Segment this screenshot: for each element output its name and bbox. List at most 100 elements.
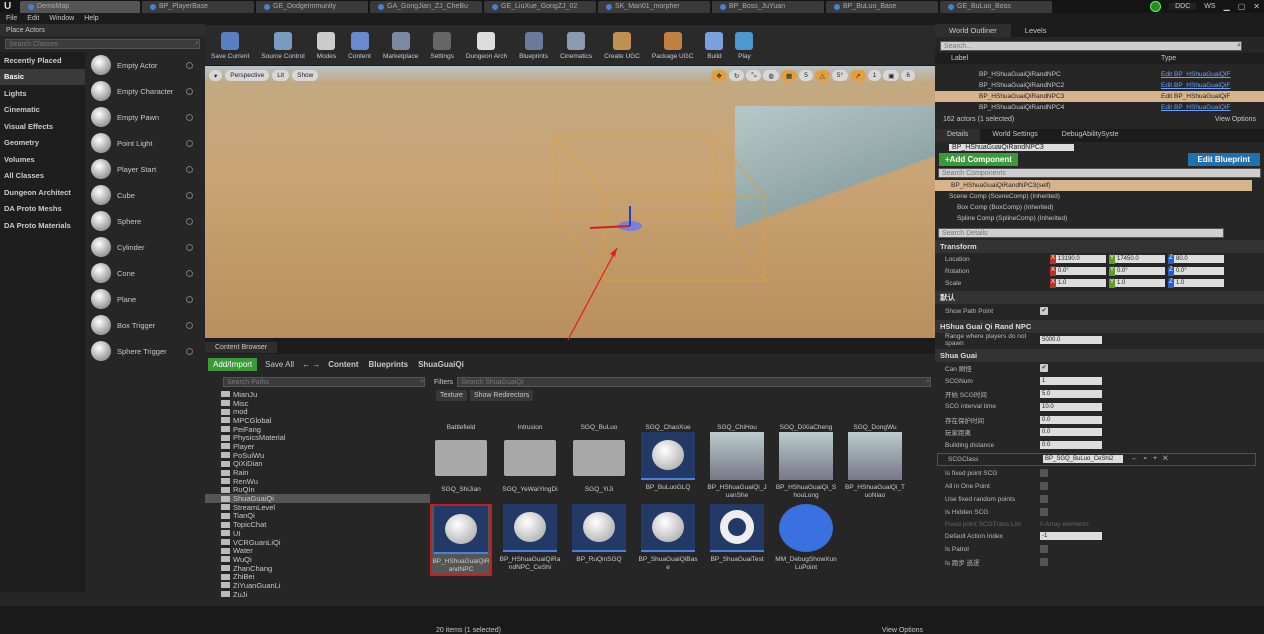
editor-tab[interactable]: GE_BuLuo_Boss: [940, 0, 1052, 13]
filter-show-redirectors[interactable]: Show Redirectors: [469, 390, 534, 401]
asset-tile[interactable]: BP_ShuaGuaiTest: [706, 504, 768, 564]
toolbar-play[interactable]: Play: [729, 32, 759, 60]
asset-tile[interactable]: SGQ_ShiJian: [430, 432, 492, 494]
folder-item[interactable]: RenWu: [205, 477, 430, 486]
value[interactable]: 1.0: [1056, 279, 1106, 287]
folder-item[interactable]: TianQi: [205, 511, 430, 520]
default-action-input[interactable]: -1: [1040, 532, 1102, 541]
property-input[interactable]: 0.0: [1040, 441, 1102, 450]
value[interactable]: 0.0°: [1115, 267, 1165, 275]
value[interactable]: 1.0: [1174, 279, 1224, 287]
actor-item[interactable]: Cone: [85, 260, 205, 286]
folder-item[interactable]: ZhiBei: [205, 572, 430, 581]
category-item[interactable]: Geometry: [0, 135, 85, 152]
folder-item[interactable]: Player: [205, 442, 430, 451]
component-item[interactable]: BP_HShuaGuaiQiRandNPC3(self): [935, 180, 1252, 191]
folder-item[interactable]: PhysicsMaterial: [205, 433, 430, 442]
property-checkbox[interactable]: [1040, 482, 1048, 491]
editor-tab[interactable]: GE_DodgeImmunity: [256, 0, 368, 13]
view-options-button[interactable]: View Options: [882, 627, 923, 634]
toolbar-source-control[interactable]: Source Control: [255, 32, 310, 60]
toolbar-marketplace[interactable]: Marketplace: [377, 32, 424, 60]
component-item[interactable]: Spline Comp (SplineComp) (Inherited): [935, 213, 1264, 224]
info-icon[interactable]: [186, 243, 193, 251]
folder-item[interactable]: Water: [205, 546, 430, 555]
folder-item[interactable]: TopicChat: [205, 520, 430, 529]
back-forward-icon[interactable]: ← →: [302, 360, 320, 369]
breadcrumb-item[interactable]: ShuaGuaiQi: [418, 360, 464, 369]
info-icon[interactable]: [186, 295, 193, 303]
folder-item[interactable]: Misc: [205, 399, 430, 408]
menu-window[interactable]: Window: [49, 15, 74, 22]
toolbar-content[interactable]: Content: [342, 32, 377, 60]
editor-tab[interactable]: DemoMap: [20, 0, 140, 13]
category-item[interactable]: All Classes: [0, 168, 85, 185]
breadcrumb-item[interactable]: Content: [328, 360, 358, 369]
toolbar-blueprints[interactable]: Blueprints: [513, 32, 554, 60]
property-checkbox[interactable]: [1040, 495, 1048, 504]
search-assets-input[interactable]: Search ShuaGuaiQi ⌕: [457, 377, 931, 387]
info-icon[interactable]: [186, 269, 193, 277]
outliner-row[interactable]: BP_HShuaGuaiQiRandNPC2 Edit BP_HShuaGuaiQ…: [935, 80, 1264, 91]
location-x[interactable]: X 13190.0: [1050, 254, 1106, 264]
category-item[interactable]: DA Proto Materials: [0, 217, 85, 234]
editor-tab[interactable]: BP_BuLuo_Base: [826, 0, 938, 13]
info-icon[interactable]: [186, 347, 193, 355]
col-type[interactable]: Type: [1161, 55, 1176, 62]
search-paths-input[interactable]: Search Paths ⌕: [223, 377, 425, 387]
folder-item[interactable]: VCRGuanLiQi: [205, 538, 430, 547]
tab-levels[interactable]: Levels: [1011, 24, 1061, 37]
view-options-button[interactable]: View Options: [1215, 116, 1256, 124]
asset-tile[interactable]: BP_HShuaGuaiQiRandNPC_CeShi: [499, 504, 561, 572]
asset-tile[interactable]: BP_ShuaGuaiQiBase: [637, 504, 699, 572]
asset-tile[interactable]: SGQ_ChiHou: [706, 412, 768, 432]
value[interactable]: 13190.0: [1056, 255, 1106, 263]
value[interactable]: 80.0: [1174, 255, 1224, 263]
value[interactable]: 0.0°: [1056, 267, 1106, 275]
asset-tile[interactable]: SGQ_BuLuo: [568, 412, 630, 432]
info-icon[interactable]: [186, 61, 193, 69]
rotation-x[interactable]: X 0.0°: [1050, 266, 1106, 276]
scale-y[interactable]: Y 1.0: [1109, 278, 1165, 288]
edit-blueprint-button[interactable]: Edit Blueprint: [1187, 153, 1260, 166]
place-actors-tab[interactable]: Place Actors: [0, 24, 205, 36]
col-label[interactable]: Label: [935, 55, 1161, 62]
menu-help[interactable]: Help: [84, 15, 98, 22]
asset-tile[interactable]: SGQ_DongWu: [844, 412, 906, 432]
scale-z[interactable]: Z 1.0: [1168, 278, 1224, 288]
folder-item[interactable]: ZiYuanGuanLi: [205, 581, 430, 590]
actor-item[interactable]: Empty Pawn: [85, 104, 205, 130]
folder-item[interactable]: MPCGlobal: [205, 416, 430, 425]
category-item[interactable]: DA Proto Meshs: [0, 201, 85, 218]
tab-world-settings[interactable]: World Settings: [980, 129, 1049, 142]
value[interactable]: 1.0: [1115, 279, 1165, 287]
folder-item[interactable]: ZhanChang: [205, 564, 430, 573]
editor-tab[interactable]: SK_Man01_morpher: [598, 0, 710, 13]
toolbar-save-current[interactable]: Save Current: [205, 32, 255, 60]
property-input[interactable]: 10.0: [1040, 402, 1102, 411]
actor-type-link[interactable]: Edit BP_HShuaGuaiQiF: [1161, 82, 1230, 89]
add-component-button[interactable]: +Add Component: [939, 153, 1018, 166]
actor-type-link[interactable]: Edit BP_HShuaGuaiQiF: [1161, 104, 1230, 111]
tab-debug-ability[interactable]: DebugAbilitySyste: [1050, 129, 1131, 142]
folder-item[interactable]: UI: [205, 529, 430, 538]
asset-tile[interactable]: SGQ_YiJi: [568, 432, 630, 494]
folder-item[interactable]: Rain: [205, 468, 430, 477]
actor-item[interactable]: Plane: [85, 286, 205, 312]
value[interactable]: 0.0°: [1174, 267, 1224, 275]
rotation-y[interactable]: Y 0.0°: [1109, 266, 1165, 276]
actor-item[interactable]: Sphere Trigger: [85, 338, 205, 364]
actor-item[interactable]: Cube: [85, 182, 205, 208]
editor-tab[interactable]: GE_LiuXue_GongZJ_02: [484, 0, 596, 13]
asset-actions-icons[interactable]: ←⌕+✕: [1131, 455, 1174, 463]
ws-button[interactable]: WS: [1204, 3, 1215, 10]
component-item[interactable]: Scene Comp (SceneComp) (Inherited): [935, 191, 1264, 202]
component-item[interactable]: Box Comp (BoxComp) (Inherited): [935, 202, 1264, 213]
section-default[interactable]: 默认: [935, 291, 1264, 304]
asset-tile[interactable]: BP_HShuaGuaiQi_ShouLong: [775, 432, 837, 500]
asset-tile[interactable]: BP_HShuaGuaiQi_TuoNiao: [844, 432, 906, 500]
outliner-row[interactable]: BP_HShuaGuaiQiRandNPC3 Edit BP_HShuaGuaiQ…: [935, 91, 1264, 102]
actor-item[interactable]: Player Start: [85, 156, 205, 182]
value[interactable]: 17450.0: [1115, 255, 1165, 263]
folder-item[interactable]: mod: [205, 407, 430, 416]
